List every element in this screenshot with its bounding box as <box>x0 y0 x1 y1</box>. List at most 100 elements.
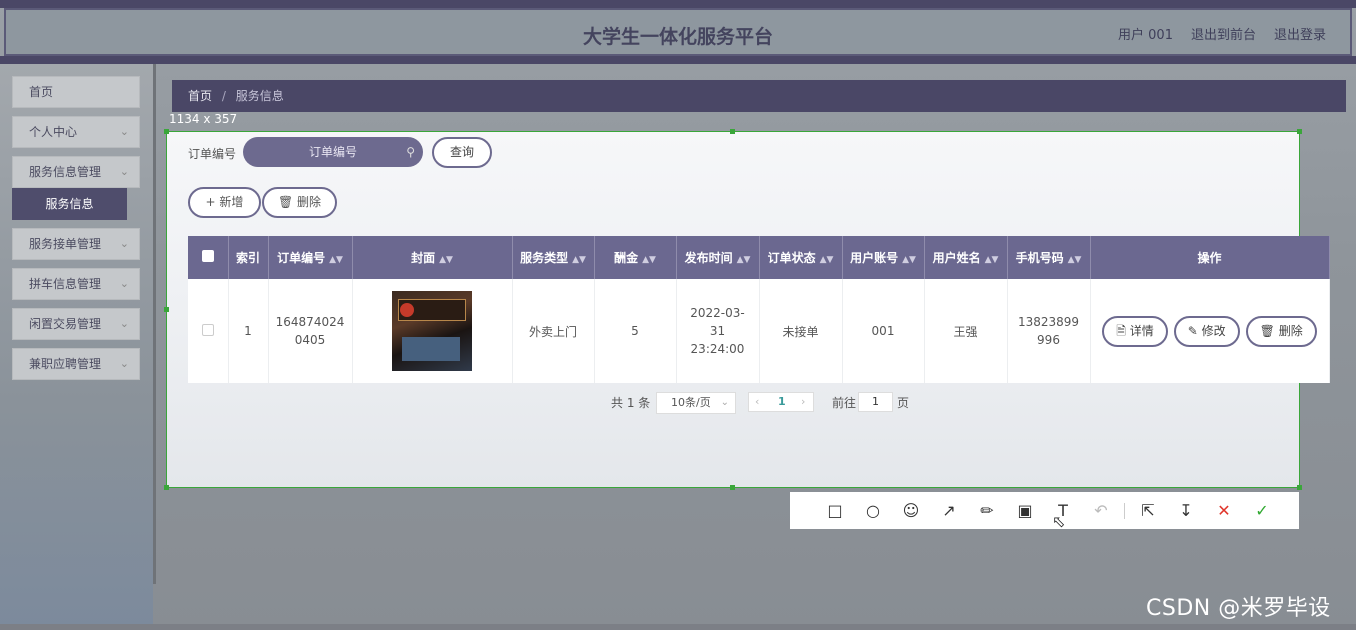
sort-icon: ▲▼ <box>984 255 999 265</box>
next-page-icon[interactable]: › <box>801 393 805 411</box>
sidebar-item-label: 服务信息 <box>45 197 94 211</box>
column-header[interactable]: 订单状态 ▲▼ <box>759 236 843 279</box>
rectangle-icon[interactable]: □ <box>816 501 854 520</box>
ellipse-icon[interactable]: ○ <box>854 501 892 520</box>
add-button[interactable]: + 新增 <box>188 187 261 218</box>
column-header[interactable]: 订单编号 ▲▼ <box>268 236 353 279</box>
sort-icon: ▲▼ <box>329 255 343 265</box>
sidebar-item-label: 拼车信息管理 <box>29 277 102 291</box>
breadcrumb: 首页 / 服务信息 <box>172 80 1346 112</box>
add-button-label: 新增 <box>219 195 244 209</box>
page-number-current[interactable]: 1 <box>778 393 786 411</box>
sort-icon: ▲▼ <box>736 255 751 265</box>
cell-cover <box>352 279 513 383</box>
sidebar-item-label: 首页 <box>29 85 54 99</box>
sidebar-item-service-info-manage[interactable]: 服务信息管理 ⌄ <box>12 156 140 188</box>
cell-status: 未接单 <box>759 279 843 383</box>
breadcrumb-current: 服务信息 <box>235 89 284 103</box>
sort-icon: ▲▼ <box>1067 255 1082 265</box>
sidebar-item-personal-center[interactable]: 个人中心 ⌄ <box>12 116 140 148</box>
resize-handle[interactable] <box>730 485 735 490</box>
chevron-down-icon: ⌄ <box>119 357 129 370</box>
select-all-checkbox[interactable] <box>188 236 229 279</box>
goto-label: 前往 <box>832 396 857 410</box>
column-header[interactable]: 用户姓名 ▲▼ <box>924 236 1008 279</box>
batch-delete-button[interactable]: 🗑 删除 <box>262 187 337 218</box>
column-header[interactable]: 服务类型 ▲▼ <box>512 236 595 279</box>
chevron-down-icon: ⌄ <box>119 277 129 290</box>
delete-button-label: 删除 <box>297 195 322 209</box>
row-checkbox[interactable] <box>188 279 229 383</box>
share-icon[interactable]: ⇱ <box>1129 501 1167 520</box>
column-header[interactable]: 封面 ▲▼ <box>352 236 513 279</box>
user-name[interactable]: 用户 001 <box>1118 24 1173 43</box>
cell-ops: 🗎 详情 ✎ 修改 🗑 删除 <box>1090 279 1330 383</box>
top-header: 大学生一体化服务平台 用户 001 退出到前台 退出登录 <box>4 8 1352 56</box>
download-icon[interactable]: ↧ <box>1167 501 1205 520</box>
sidebar-item-part-time[interactable]: 兼职应聘管理 ⌄ <box>12 348 140 380</box>
undo-icon[interactable]: ↶ <box>1082 501 1120 520</box>
cell-phone: 13823899996 <box>1007 279 1091 383</box>
row-delete-button[interactable]: 🗑 删除 <box>1245 315 1317 347</box>
column-header[interactable]: 手机号码 ▲▼ <box>1007 236 1091 279</box>
query-button[interactable]: 查询 <box>432 137 492 168</box>
sidebar-item-label: 兼职应聘管理 <box>29 357 102 371</box>
chevron-down-icon: ⌄ <box>720 397 729 408</box>
cell-name: 王强 <box>924 279 1008 383</box>
toolbar-divider <box>1124 502 1125 519</box>
column-header: 操作 <box>1090 236 1330 279</box>
resize-handle[interactable] <box>164 129 169 134</box>
emoji-icon[interactable]: ☺ <box>892 501 930 520</box>
sort-icon: ▲▼ <box>902 255 916 265</box>
pager-nav: ‹ 1 › <box>748 392 814 412</box>
arrow-icon[interactable]: ↗ <box>930 501 968 520</box>
back-to-front-link[interactable]: 退出到前台 <box>1191 24 1256 43</box>
sidebar-item-carpool[interactable]: 拼车信息管理 ⌄ <box>12 268 140 300</box>
breadcrumb-separator: / <box>221 89 226 103</box>
sidebar-item-home[interactable]: 首页 <box>12 76 140 108</box>
logout-link[interactable]: 退出登录 <box>1274 24 1326 43</box>
cell-publish-time: 2022-03-31 23:24:00 <box>676 279 760 383</box>
resize-handle[interactable] <box>1297 129 1302 134</box>
resize-handle[interactable] <box>164 485 169 490</box>
page-size-select[interactable]: 10条/页 ⌄ <box>656 392 736 414</box>
prev-page-icon[interactable]: ‹ <box>755 393 759 411</box>
cover-image[interactable] <box>392 291 472 371</box>
header-links: 用户 001 退出到前台 退出登录 <box>1118 24 1326 43</box>
chevron-down-icon: ⌄ <box>119 237 129 250</box>
sidebar-scrollbar[interactable] <box>153 64 156 584</box>
breadcrumb-home[interactable]: 首页 <box>188 89 212 103</box>
search-icon: ⚲ <box>406 145 415 159</box>
trash-icon: 🗑 <box>277 195 298 209</box>
sidebar-item-service-orders[interactable]: 服务接单管理 ⌄ <box>12 228 140 260</box>
column-header[interactable]: 发布时间 ▲▼ <box>676 236 760 279</box>
sidebar-subitem-service-info[interactable]: 服务信息 <box>12 188 127 220</box>
table-row: 1 1648740240405 外卖上门 5 2022-03-31 23:24:… <box>188 279 1330 383</box>
sidebar <box>0 64 153 630</box>
cell-reward: 5 <box>594 279 677 383</box>
cancel-icon[interactable]: ✕ <box>1205 501 1243 520</box>
doc-icon: 🗎 <box>1116 323 1130 338</box>
sidebar-item-idle-trade[interactable]: 闲置交易管理 ⌄ <box>12 308 140 340</box>
table-header-row: 索引 订单编号 ▲▼ 封面 ▲▼ 服务类型 ▲▼ 酬金 ▲▼ 发布时间 ▲▼ 订单状态 ▲▼… <box>188 236 1330 279</box>
page-size-value: 10条/页 <box>671 396 711 409</box>
confirm-icon[interactable]: ✓ <box>1243 501 1281 520</box>
resize-handle[interactable] <box>1297 485 1302 490</box>
page-suffix: 页 <box>897 396 910 410</box>
column-header[interactable]: 酬金 ▲▼ <box>594 236 677 279</box>
bottom-scrollbar[interactable] <box>0 624 1356 630</box>
detail-button[interactable]: 🗎 详情 <box>1102 315 1168 347</box>
resize-handle[interactable] <box>730 129 735 134</box>
sidebar-item-label: 服务信息管理 <box>29 165 102 179</box>
mosaic-icon[interactable]: ▣ <box>1006 501 1044 520</box>
sidebar-item-label: 服务接单管理 <box>29 237 102 251</box>
edit-button[interactable]: ✎ 修改 <box>1173 315 1240 347</box>
watermark: CSDN @米罗毕设 <box>1146 596 1331 621</box>
mouse-cursor-icon: ⬁ <box>1052 512 1066 531</box>
column-header[interactable]: 用户账号 ▲▼ <box>842 236 925 279</box>
goto-page-input[interactable]: 1 <box>858 392 893 412</box>
pen-icon[interactable]: ✏ <box>968 501 1006 520</box>
search-input[interactable]: 订单编号 ⚲ <box>243 137 423 167</box>
pager-total: 共 1 条 <box>611 396 651 410</box>
resize-handle[interactable] <box>164 307 169 312</box>
